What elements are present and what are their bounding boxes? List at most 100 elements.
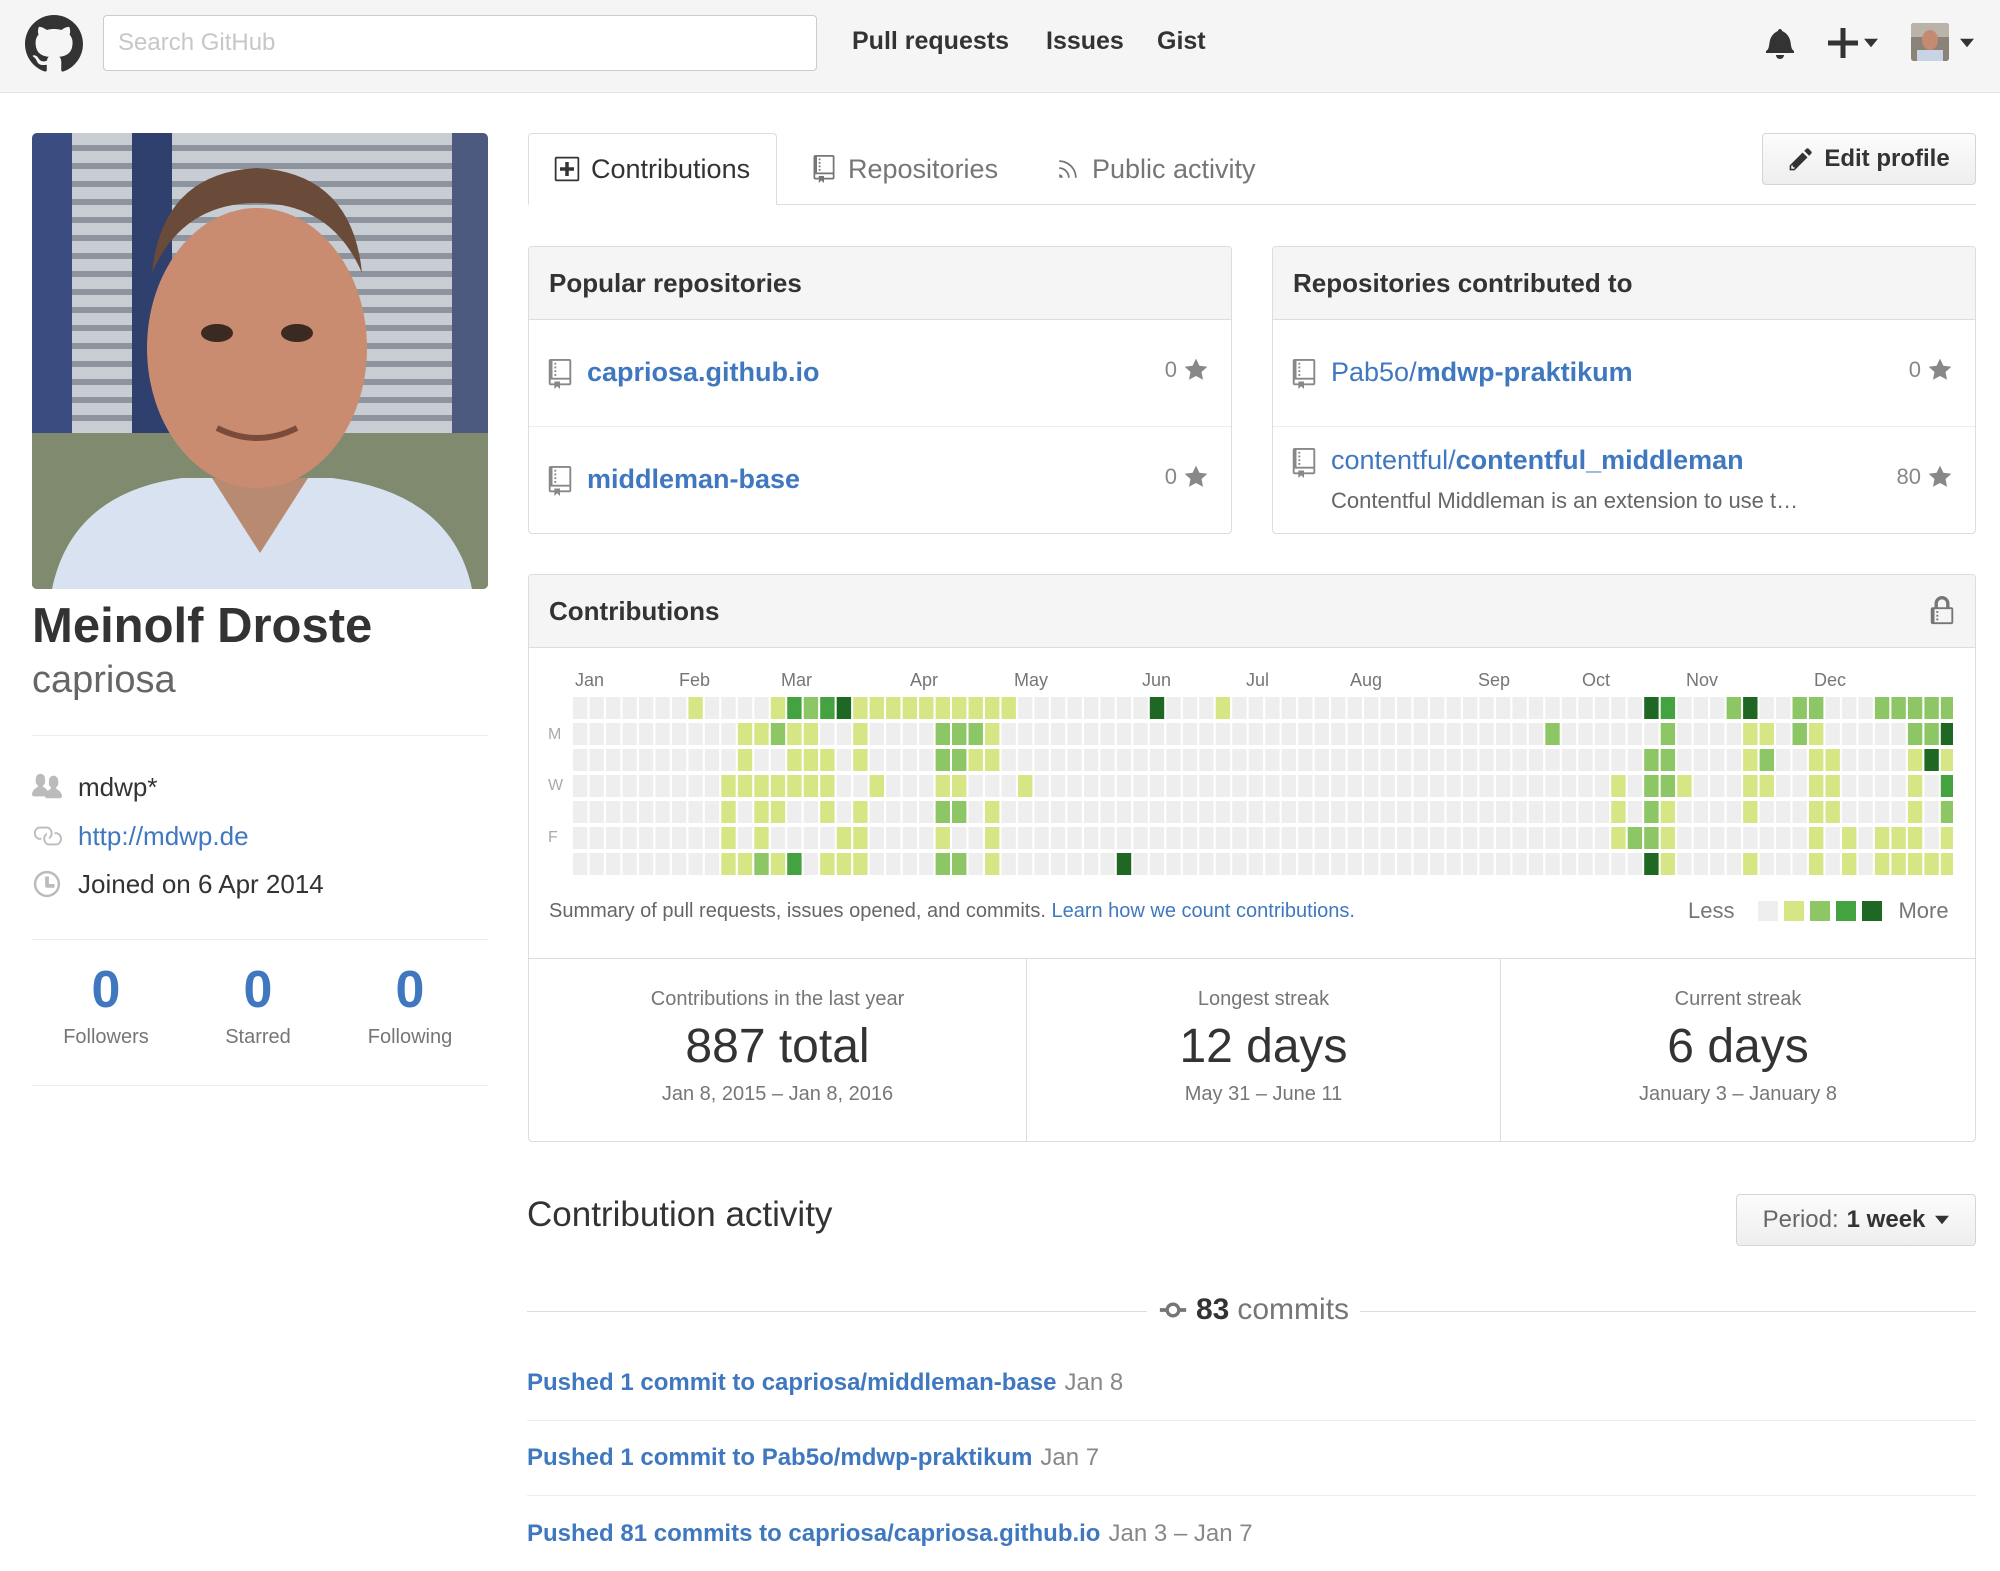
contribution-day-cell[interactable] [1611, 723, 1626, 745]
contribution-day-cell[interactable] [886, 749, 901, 771]
contribution-day-cell[interactable] [1693, 697, 1708, 719]
contribution-day-cell[interactable] [1034, 801, 1049, 823]
contribution-day-cell[interactable] [688, 749, 703, 771]
contribution-day-cell[interactable] [1842, 853, 1857, 875]
edit-profile-button[interactable]: Edit profile [1762, 133, 1976, 185]
contribution-day-cell[interactable] [1248, 749, 1264, 771]
contribution-day-cell[interactable] [1248, 801, 1264, 823]
contribution-day-cell[interactable] [919, 697, 934, 719]
contribution-day-cell[interactable] [1660, 723, 1676, 745]
contribution-day-cell[interactable] [1726, 827, 1741, 849]
contribution-day-cell[interactable] [820, 775, 835, 797]
contribution-day-cell[interactable] [1644, 749, 1659, 771]
nav-issues[interactable]: Issues [1046, 27, 1124, 56]
contribution-day-cell[interactable] [754, 775, 769, 797]
contribution-day-cell[interactable] [1446, 723, 1461, 745]
contribution-day-cell[interactable] [1809, 853, 1824, 875]
contribution-day-cell[interactable] [1298, 775, 1313, 797]
contribution-day-cell[interactable] [803, 749, 819, 771]
contribution-day-cell[interactable] [1561, 827, 1577, 849]
contribution-day-cell[interactable] [770, 827, 786, 849]
contribution-day-cell[interactable] [820, 697, 835, 719]
contribution-day-cell[interactable] [754, 853, 769, 875]
contribution-day-cell[interactable] [869, 827, 884, 849]
contribution-day-cell[interactable] [1050, 853, 1066, 875]
contribution-day-cell[interactable] [1034, 827, 1049, 849]
contribution-day-cell[interactable] [1199, 723, 1214, 745]
contribution-day-cell[interactable] [1034, 749, 1049, 771]
contribution-day-cell[interactable] [1265, 749, 1280, 771]
contribution-day-cell[interactable] [1792, 723, 1807, 745]
contribution-day-cell[interactable] [1331, 827, 1346, 849]
contribution-day-cell[interactable] [1281, 801, 1296, 823]
contribution-day-cell[interactable] [935, 827, 950, 849]
starred-count[interactable]: 0 [182, 962, 334, 1018]
contribution-day-cell[interactable] [737, 827, 753, 849]
contribution-day-cell[interactable] [737, 749, 753, 771]
contribution-day-cell[interactable] [721, 827, 736, 849]
contribution-day-cell[interactable] [1314, 853, 1329, 875]
contribution-day-cell[interactable] [655, 827, 670, 849]
contribution-day-cell[interactable] [1792, 853, 1807, 875]
contribution-day-cell[interactable] [1479, 749, 1494, 771]
contribution-day-cell[interactable] [1232, 723, 1247, 745]
contribution-day-cell[interactable] [1776, 827, 1791, 849]
learn-contributions-link[interactable]: Learn how we count contributions. [1051, 900, 1355, 922]
contribution-day-cell[interactable] [1067, 801, 1082, 823]
contribution-day-cell[interactable] [671, 801, 687, 823]
contribution-day-cell[interactable] [704, 749, 720, 771]
contribution-day-cell[interactable] [589, 775, 604, 797]
contribution-day-cell[interactable] [1842, 827, 1857, 849]
contribution-day-cell[interactable] [1149, 723, 1165, 745]
contribution-day-cell[interactable] [1611, 801, 1626, 823]
contribution-day-cell[interactable] [902, 801, 917, 823]
contribution-day-cell[interactable] [1018, 853, 1033, 875]
github-logo-icon[interactable] [25, 15, 83, 73]
contribution-day-cell[interactable] [1479, 853, 1494, 875]
contribution-day-cell[interactable] [1067, 723, 1082, 745]
contribution-day-cell[interactable] [589, 749, 604, 771]
contribution-day-cell[interactable] [1034, 697, 1049, 719]
contribution-day-cell[interactable] [622, 749, 637, 771]
contribution-day-cell[interactable] [1611, 697, 1626, 719]
contribution-day-cell[interactable] [1825, 775, 1840, 797]
contribution-day-cell[interactable] [1907, 697, 1923, 719]
contribution-day-cell[interactable] [1545, 723, 1560, 745]
lock-icon[interactable] [1929, 596, 1955, 626]
contribution-day-cell[interactable] [573, 801, 588, 823]
contribution-day-cell[interactable] [1759, 827, 1774, 849]
contribution-day-cell[interactable] [1050, 801, 1066, 823]
contribution-day-cell[interactable] [1660, 697, 1676, 719]
contribution-day-cell[interactable] [1281, 697, 1296, 719]
contribution-day-cell[interactable] [1528, 853, 1544, 875]
contribution-day-cell[interactable] [1842, 775, 1857, 797]
contribution-day-cell[interactable] [853, 749, 868, 771]
contribution-day-cell[interactable] [1940, 775, 1953, 797]
contribution-day-cell[interactable] [820, 827, 835, 849]
contribution-day-cell[interactable] [1413, 697, 1428, 719]
contribution-day-cell[interactable] [1644, 697, 1659, 719]
contribution-day-cell[interactable] [1018, 697, 1033, 719]
contribution-day-cell[interactable] [1265, 697, 1280, 719]
contribution-day-cell[interactable] [1479, 801, 1494, 823]
contribution-day-cell[interactable] [1842, 801, 1857, 823]
contribution-day-cell[interactable] [1924, 827, 1939, 849]
contribution-day-cell[interactable] [1265, 853, 1280, 875]
contribution-day-cell[interactable] [1133, 801, 1148, 823]
contribution-day-cell[interactable] [1347, 723, 1362, 745]
contribution-day-cell[interactable] [919, 853, 934, 875]
contribution-day-cell[interactable] [1858, 697, 1873, 719]
contribution-day-cell[interactable] [1874, 827, 1890, 849]
contribution-day-cell[interactable] [721, 749, 736, 771]
contribution-day-cell[interactable] [803, 697, 819, 719]
contribution-day-cell[interactable] [1083, 827, 1099, 849]
contribution-day-cell[interactable] [1149, 697, 1165, 719]
contribution-day-cell[interactable] [968, 697, 983, 719]
contribution-day-cell[interactable] [1018, 723, 1033, 745]
contribution-day-cell[interactable] [1001, 827, 1016, 849]
contribution-day-cell[interactable] [1907, 775, 1923, 797]
contribution-day-cell[interactable] [589, 827, 604, 849]
contribution-day-cell[interactable] [1083, 723, 1099, 745]
contribution-day-cell[interactable] [606, 801, 621, 823]
contribution-day-cell[interactable] [1940, 853, 1953, 875]
